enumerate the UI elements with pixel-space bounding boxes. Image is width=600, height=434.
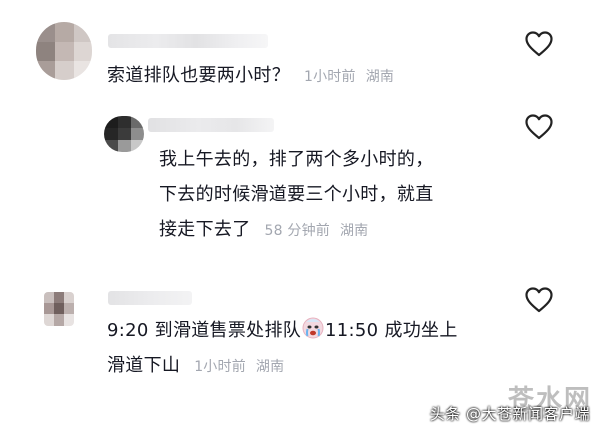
comment-line: 滑道下山 (107, 355, 181, 376)
crying-face-emoji-icon (302, 317, 324, 339)
comment-line: 索道排队也要两小时？ (107, 65, 290, 86)
comment-line: 11:50 成功坐上 (325, 320, 458, 341)
like-heart-icon[interactable] (525, 114, 553, 140)
comment-line: 9:20 到滑道售票处排队 (107, 320, 302, 341)
comment-location: 湖南 (365, 69, 395, 85)
comment-time: 1小时前 (194, 359, 246, 375)
comment-location: 湖南 (339, 223, 369, 239)
comment-time: 58 分钟前 (264, 223, 330, 239)
comment-meta: 58 分钟前 湖南 (265, 223, 369, 239)
comment-text: 9:20 到滑道售票处排队 11:50 成功坐上 滑道下山 1小时前 湖南 (107, 313, 458, 385)
username-blurred[interactable] (108, 34, 268, 48)
comment-meta: 1小时前 湖南 (194, 359, 284, 375)
comment-text: 我上午去的，排了两个多小时的， 下去的时候滑道要三个小时，就直 接走下去了 58 … (159, 142, 434, 249)
username-blurred[interactable] (108, 291, 192, 305)
watermark-source: 头条 @大苍新闻客户端 (429, 405, 590, 423)
comment-line: 接走下去了 (159, 219, 251, 240)
avatar[interactable] (104, 116, 144, 152)
comment-line: 下去的时候滑道要三个小时，就直 (159, 184, 434, 205)
avatar[interactable] (36, 22, 92, 80)
username-blurred[interactable] (148, 118, 274, 132)
comment-time: 1小时前 (304, 69, 356, 85)
like-heart-icon[interactable] (525, 287, 553, 313)
comment-location: 湖南 (255, 359, 285, 375)
comment-meta: 1小时前 湖南 (304, 69, 394, 85)
like-heart-icon[interactable] (525, 31, 553, 57)
comment-text: 索道排队也要两小时？ 1小时前 湖南 (107, 58, 394, 95)
comment-line: 我上午去的，排了两个多小时的， (159, 149, 434, 170)
avatar[interactable] (44, 292, 74, 326)
